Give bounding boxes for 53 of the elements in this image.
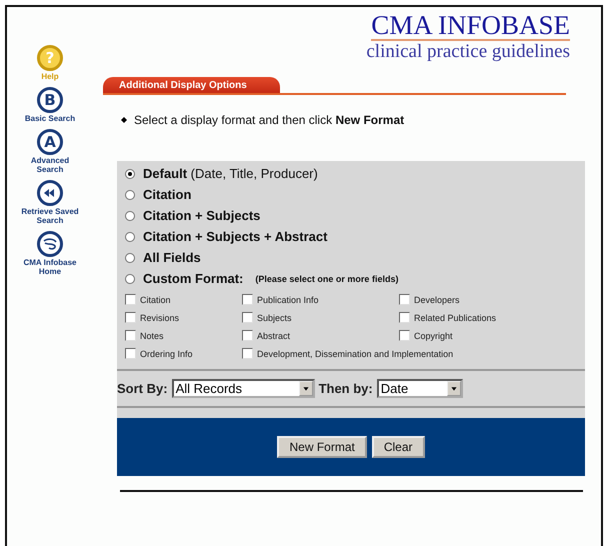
- field-label: Subjects: [257, 312, 292, 322]
- checkbox[interactable]: [242, 330, 253, 341]
- field-label: Development, Dissemination and Implementation: [257, 348, 454, 358]
- field-label: Notes: [140, 330, 164, 340]
- field-label: Developers: [414, 294, 460, 304]
- radio-button[interactable]: [125, 190, 135, 200]
- rewind-icon[interactable]: [37, 180, 63, 206]
- site-title: CMA INFOBASE: [371, 11, 570, 41]
- form-button[interactable]: Clear: [372, 436, 425, 458]
- field-label: Revisions: [140, 312, 180, 322]
- format-label: Custom Format:: [143, 271, 244, 286]
- then-by-label: Then by:: [318, 381, 373, 396]
- letter-icon[interactable]: B: [36, 87, 63, 113]
- checkbox[interactable]: [399, 330, 410, 341]
- field-label: Publication Info: [257, 294, 319, 304]
- field-label: Citation: [140, 294, 171, 304]
- radio-button[interactable]: [125, 274, 135, 284]
- nav-label[interactable]: Basic Search: [24, 114, 76, 123]
- site-subtitle: clinical practice guidelines: [366, 41, 570, 63]
- format-label: Citation + Subjects: [143, 208, 260, 223]
- checkbox[interactable]: [242, 312, 253, 323]
- bullet-icon: [121, 117, 127, 123]
- checkbox[interactable]: [125, 294, 136, 305]
- sort-label: Sort By:: [117, 381, 168, 396]
- radio-button[interactable]: [125, 232, 135, 242]
- format-note: (Please select one or more fields): [255, 274, 398, 284]
- radio-button[interactable]: [125, 168, 135, 178]
- then-by-select[interactable]: Date: [376, 379, 463, 398]
- format-label: Default (Date, Title, Producer): [143, 166, 318, 181]
- checkbox[interactable]: [242, 294, 253, 305]
- nav-label[interactable]: CMA Infobase Home: [19, 258, 81, 276]
- form-button[interactable]: New Format: [277, 436, 367, 458]
- format-label: Citation + Subjects + Abstract: [143, 229, 328, 244]
- instruction-text: Select a display format and then click New Format: [134, 113, 404, 127]
- field-label: Copyright: [414, 330, 453, 340]
- letter-icon[interactable]: A: [37, 129, 63, 155]
- checkbox[interactable]: [125, 312, 136, 323]
- sort-select[interactable]: All Records: [172, 379, 315, 398]
- field-label: Related Publications: [414, 312, 496, 322]
- radio-button[interactable]: [125, 252, 135, 262]
- checkbox[interactable]: [399, 312, 410, 323]
- nav-label[interactable]: Retrieve Saved Search: [19, 207, 81, 225]
- field-label: Ordering Info: [140, 348, 193, 358]
- radio-button[interactable]: [125, 210, 135, 220]
- format-label: All Fields: [143, 250, 201, 265]
- nav-label[interactable]: Advanced Search: [19, 156, 81, 174]
- checkbox[interactable]: [125, 348, 136, 359]
- swirl-icon[interactable]: [37, 231, 63, 257]
- checkbox[interactable]: [399, 294, 410, 305]
- field-label: Abstract: [257, 330, 290, 340]
- checkbox[interactable]: [242, 348, 253, 359]
- checkbox[interactable]: [125, 330, 136, 341]
- format-label: Citation: [143, 187, 192, 202]
